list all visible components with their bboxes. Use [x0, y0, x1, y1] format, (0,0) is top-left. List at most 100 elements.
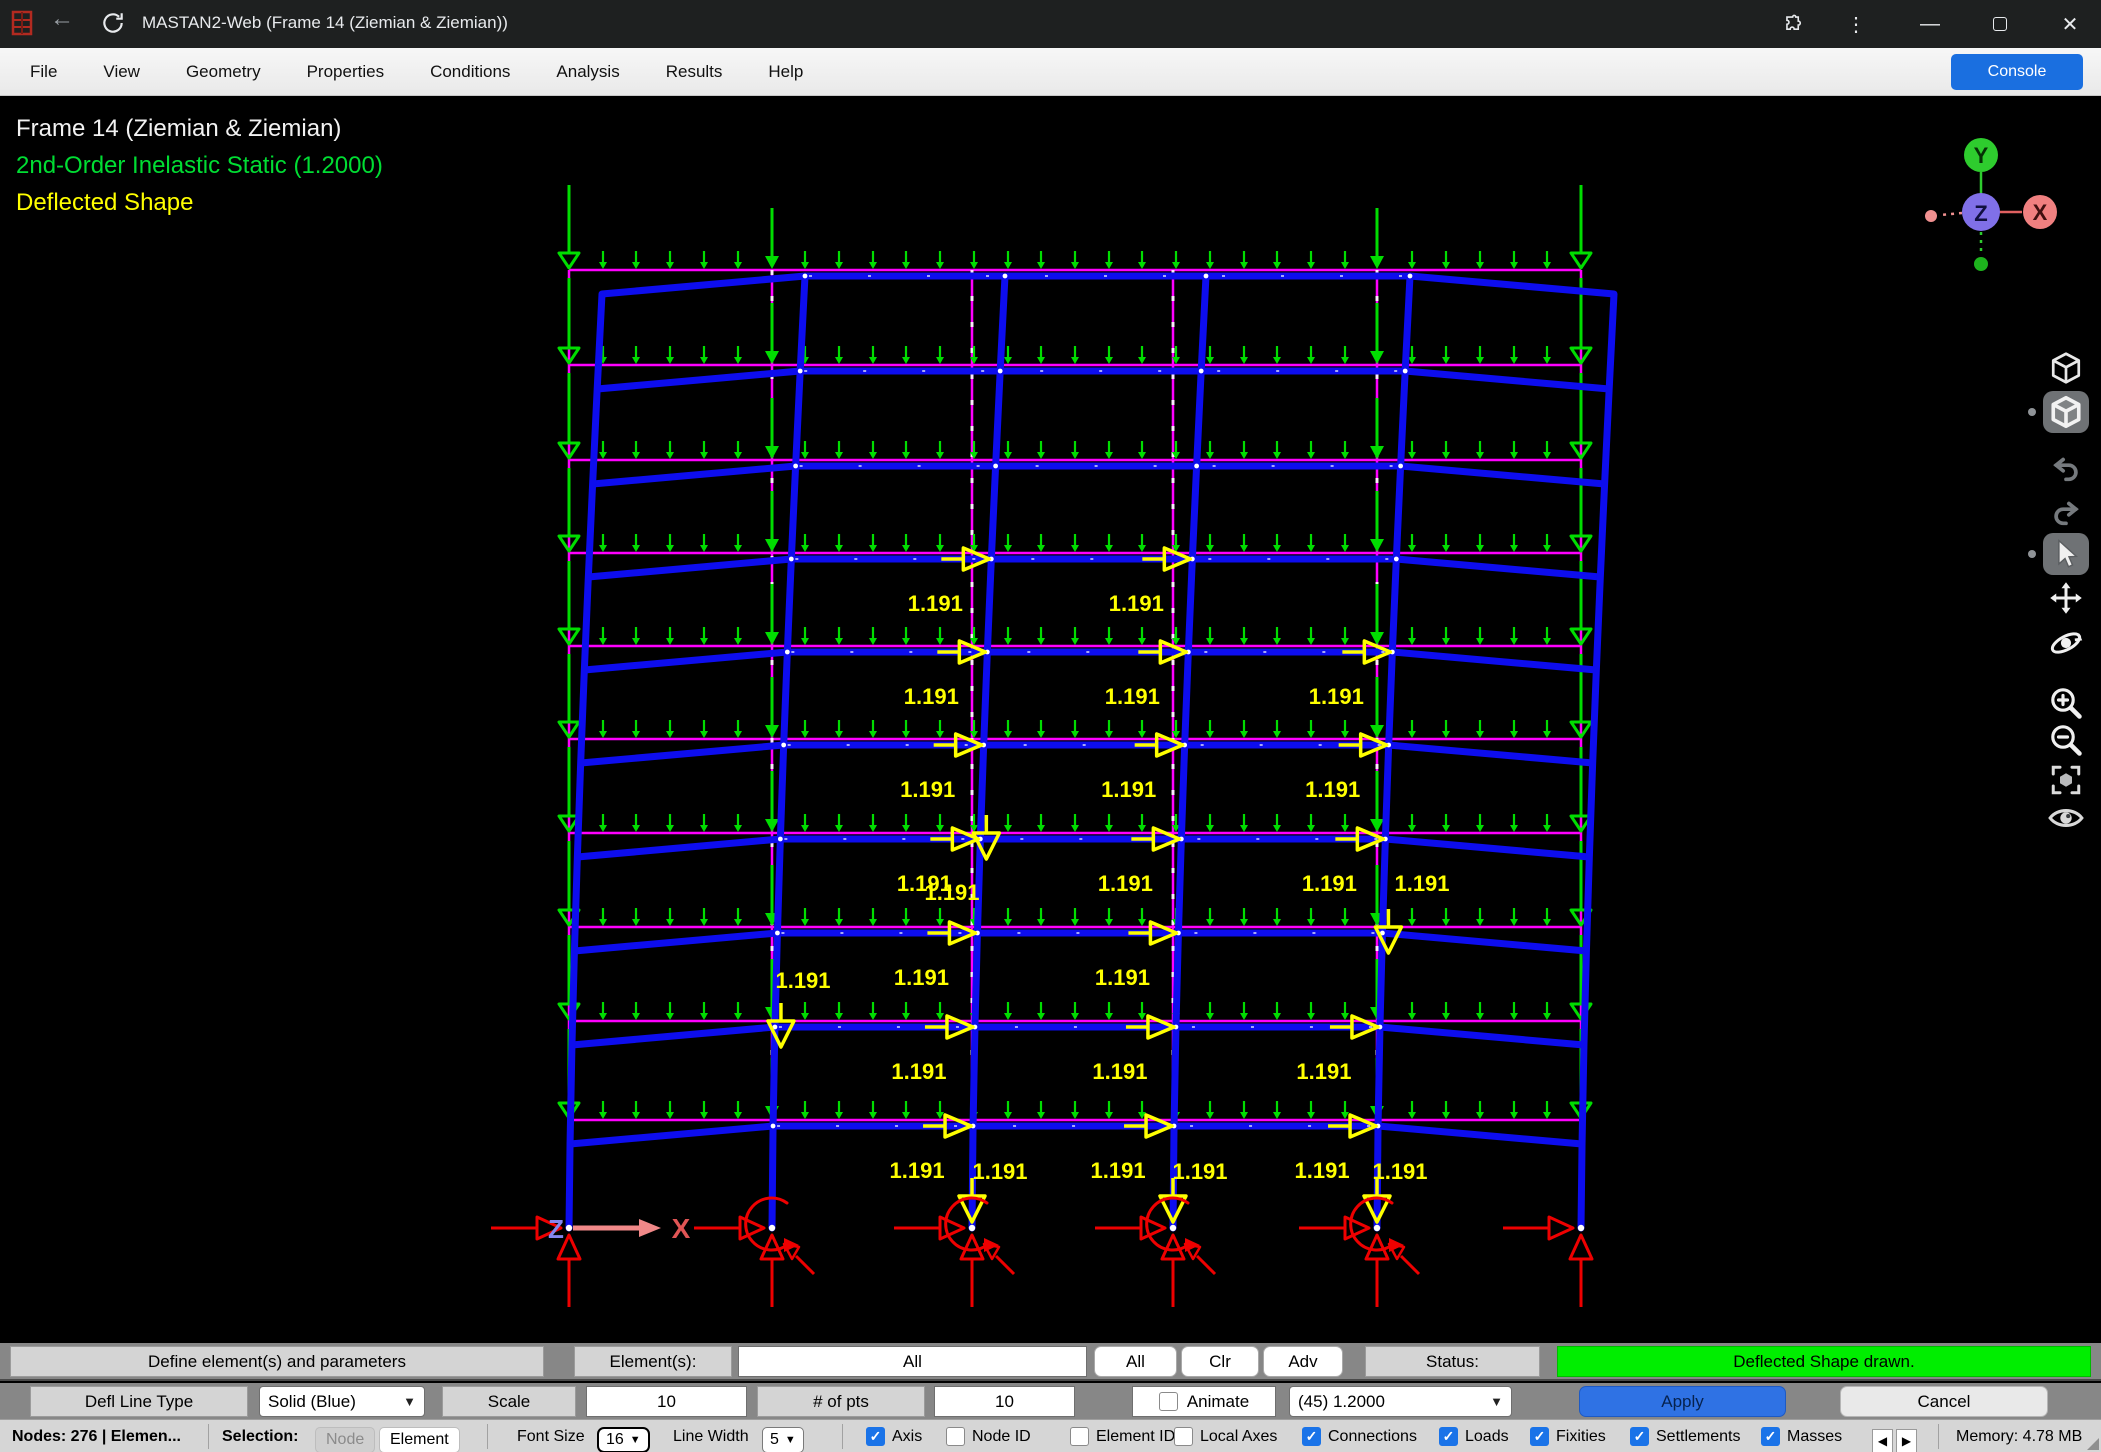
svg-text:Z: Z: [548, 1214, 564, 1244]
toggle-loads[interactable]: ✓Loads: [1439, 1427, 1509, 1446]
menu-conditions[interactable]: Conditions: [430, 62, 510, 82]
select-node-button[interactable]: Node: [315, 1427, 375, 1452]
elements-label: Element(s):: [574, 1346, 732, 1377]
active-tool-dot: [2028, 550, 2036, 558]
active-tool-dot: [2028, 408, 2036, 416]
num-pts-input[interactable]: 10: [934, 1386, 1075, 1417]
model-canvas[interactable]: 1.191 1.191 1.191 1.191 1.191 1.191 1.191 1.191…: [0, 96, 2101, 1343]
minimize-button[interactable]: —: [1905, 0, 1955, 48]
num-pts-label: # of pts: [757, 1386, 925, 1417]
checkbox-icon[interactable]: ✓: [1630, 1427, 1649, 1446]
visibility-icon[interactable]: [2043, 797, 2089, 839]
defl-line-type-select[interactable]: Solid (Blue)▼: [259, 1386, 425, 1417]
toggles-next-button[interactable]: ▶: [1896, 1429, 1917, 1452]
element-panel-row: Define element(s) and parameters Element…: [0, 1343, 2101, 1381]
analysis-type-label: 2nd-Order Inelastic Static (1.2000): [16, 147, 383, 184]
toggle-label: Connections: [1328, 1428, 1417, 1446]
select-cursor-icon[interactable]: [2043, 533, 2089, 575]
display-panel-row: Defl Line Type Solid (Blue)▼ Scale 10 # …: [0, 1383, 2101, 1419]
svg-text:1.191: 1.191: [775, 968, 830, 993]
menu-file[interactable]: File: [30, 62, 57, 82]
menu-geometry[interactable]: Geometry: [186, 62, 261, 82]
toggle-masses[interactable]: ✓Masses: [1761, 1427, 1842, 1446]
title-bar: ← MASTAN2-Web (Frame 14 (Ziemian & Ziemi…: [0, 0, 2101, 48]
cancel-button[interactable]: Cancel: [1840, 1386, 2048, 1417]
select-element-button[interactable]: Element: [379, 1427, 460, 1452]
menu-results[interactable]: Results: [666, 62, 723, 82]
animate-checkbox-box[interactable]: [1159, 1392, 1178, 1411]
line-width-label: Line Width: [673, 1420, 749, 1452]
extensions-icon[interactable]: [1775, 0, 1811, 48]
orbit-icon[interactable]: [2043, 622, 2089, 664]
apply-button[interactable]: Apply: [1579, 1386, 1786, 1417]
svg-text:1.191: 1.191: [1101, 777, 1156, 802]
canvas-overlay-text: Frame 14 (Ziemian & Ziemian) 2nd-Order I…: [16, 110, 383, 221]
svg-text:1.191: 1.191: [1098, 871, 1153, 896]
svg-text:1.191: 1.191: [891, 1059, 946, 1084]
line-width-select[interactable]: 5▼: [762, 1427, 804, 1452]
checkbox-icon[interactable]: ✓: [1761, 1427, 1780, 1446]
solid-cube-icon[interactable]: [2043, 391, 2089, 433]
toggle-fixities[interactable]: ✓Fixities: [1530, 1427, 1606, 1446]
toggle-axis[interactable]: ✓Axis: [866, 1427, 922, 1446]
menu-view[interactable]: View: [103, 62, 140, 82]
svg-text:Z: Z: [1974, 201, 1987, 226]
toggle-connections[interactable]: ✓ Connections: [1302, 1427, 1417, 1446]
pan-icon[interactable]: [2043, 577, 2089, 619]
svg-text:1.191: 1.191: [1296, 1059, 1351, 1084]
toggle-element-id[interactable]: Element ID: [1070, 1427, 1175, 1446]
animate-label: Animate: [1187, 1392, 1249, 1412]
checkbox-icon[interactable]: ✓: [1302, 1427, 1321, 1446]
zoom-in-icon[interactable]: [2043, 682, 2089, 724]
font-size-value: 16: [606, 1431, 624, 1449]
undo-icon[interactable]: [2043, 447, 2089, 489]
chevron-down-icon: ▼: [1490, 1394, 1503, 1409]
toggle-settlements[interactable]: ✓Settlements: [1630, 1427, 1740, 1446]
wireframe-cube-icon[interactable]: [2043, 347, 2089, 389]
animate-checkbox[interactable]: Animate: [1132, 1386, 1276, 1417]
all-button[interactable]: All: [1094, 1346, 1177, 1377]
checkbox-icon[interactable]: ✓: [1439, 1427, 1458, 1446]
defl-line-type-value: Solid (Blue): [268, 1392, 356, 1412]
status-bar: Nodes: 276 | Elemen... Selection: Node E…: [0, 1419, 2101, 1452]
checkbox-icon[interactable]: ✓: [866, 1427, 885, 1446]
toggle-label: Element ID: [1096, 1428, 1175, 1446]
menu-help[interactable]: Help: [768, 62, 803, 82]
close-button[interactable]: ✕: [2045, 0, 2095, 48]
elements-input[interactable]: All: [738, 1346, 1087, 1377]
console-button[interactable]: Console: [1951, 54, 2083, 90]
resize-handle[interactable]: [2087, 1438, 2099, 1450]
redo-icon[interactable]: [2043, 491, 2089, 533]
menu-bar: File View Geometry Properties Conditions Anal…: [0, 48, 2101, 96]
toggle-node-id[interactable]: Node ID: [946, 1427, 1031, 1446]
zoom-fit-icon[interactable]: [2043, 759, 2089, 801]
svg-text:1.191: 1.191: [904, 684, 959, 709]
increment-select[interactable]: (45) 1.2000▼: [1289, 1386, 1512, 1417]
memory-indicator: Memory: 4.78 MB: [1956, 1420, 2082, 1452]
checkbox-icon[interactable]: [1070, 1427, 1089, 1446]
toggle-local-axes[interactable]: Local Axes: [1174, 1427, 1277, 1446]
adv-button[interactable]: Adv: [1263, 1346, 1343, 1377]
app-logo-icon: [10, 8, 34, 43]
font-size-select[interactable]: 16▼: [597, 1427, 650, 1452]
clr-button[interactable]: Clr: [1181, 1346, 1259, 1377]
back-arrow-icon[interactable]: ←: [50, 5, 74, 33]
checkbox-icon[interactable]: [946, 1427, 965, 1446]
svg-text:1.191: 1.191: [890, 1158, 945, 1183]
zoom-out-icon[interactable]: [2043, 719, 2089, 761]
view-mode-label: Deflected Shape: [16, 184, 383, 221]
browser-menu-icon[interactable]: ⋮: [1840, 0, 1872, 48]
svg-text:1.191: 1.191: [1092, 1059, 1147, 1084]
scale-input[interactable]: 10: [586, 1386, 747, 1417]
toggles-prev-button[interactable]: ◀: [1872, 1429, 1893, 1452]
checkbox-icon[interactable]: [1174, 1427, 1193, 1446]
maximize-button[interactable]: [1975, 0, 2025, 48]
menu-analysis[interactable]: Analysis: [556, 62, 619, 82]
checkbox-icon[interactable]: ✓: [1530, 1427, 1549, 1446]
svg-text:1.191: 1.191: [1109, 591, 1164, 616]
menu-properties[interactable]: Properties: [307, 62, 384, 82]
reload-icon[interactable]: [100, 10, 126, 41]
define-elements-button[interactable]: Define element(s) and parameters: [10, 1346, 544, 1377]
svg-text:1.191: 1.191: [924, 880, 979, 905]
svg-text:X: X: [672, 1213, 691, 1244]
